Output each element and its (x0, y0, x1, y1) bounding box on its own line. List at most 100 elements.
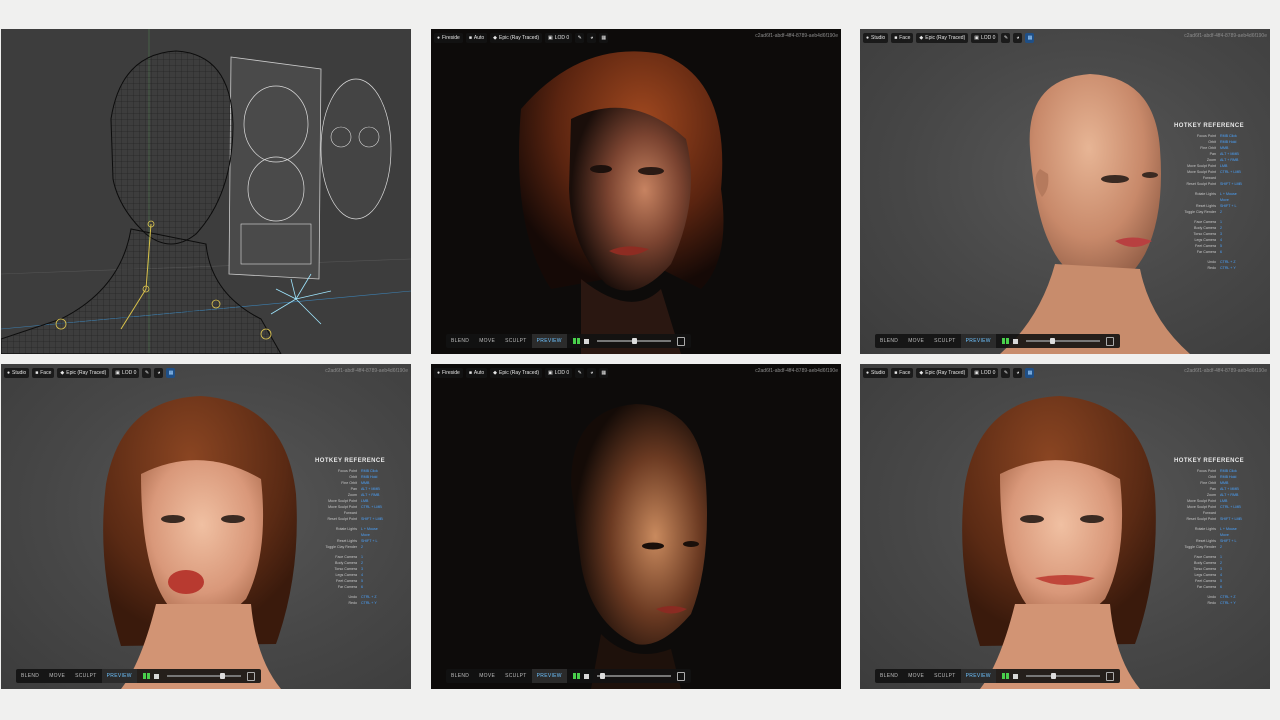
brush-tool-button[interactable]: ✎ (575, 368, 585, 378)
settings-icon[interactable] (247, 671, 255, 681)
stop-icon[interactable] (583, 673, 589, 679)
view-toggle-button[interactable]: ▦ (166, 368, 176, 378)
timeline-knob[interactable] (1049, 338, 1055, 344)
pause-icon[interactable] (1001, 673, 1005, 679)
hotkey-action: Reset Sculpt Point (1186, 182, 1217, 186)
preview-mode-button[interactable]: PREVIEW (960, 334, 996, 348)
blend-mode-button[interactable]: BLEND (446, 334, 474, 348)
paint-tool-button[interactable]: ◕ (154, 368, 164, 378)
brush-tool-button[interactable]: ✎ (142, 368, 152, 378)
timeline-slider[interactable] (166, 673, 241, 679)
preview-mode-button[interactable]: PREVIEW (531, 669, 567, 683)
paint-tool-button[interactable]: ◕ (1013, 33, 1023, 43)
view-toggle-button[interactable]: ▦ (1025, 368, 1035, 378)
hotkey-action: Far Camera (337, 585, 358, 589)
settings-icon[interactable] (677, 336, 685, 346)
lod-button[interactable]: ▣ LOD 0 (545, 33, 573, 43)
quality-button[interactable]: ◆ Epic (Ray Traced) (57, 368, 110, 378)
blend-mode-button[interactable]: BLEND (16, 669, 44, 683)
paint-tool-button[interactable]: ◕ (587, 33, 597, 43)
move-mode-button[interactable]: MOVE (903, 669, 929, 683)
timeline-knob[interactable] (632, 338, 638, 344)
quality-button[interactable]: ◆ Epic (Ray Traced) (916, 33, 969, 43)
camera-mode-button[interactable]: ■ Face (891, 368, 914, 378)
sculpt-mode-button[interactable]: SCULPT (500, 669, 532, 683)
stop-icon[interactable] (153, 673, 159, 679)
hotkey-title: HOTKEY REFERENCE (1174, 123, 1244, 129)
light-preset-label: Fireside (442, 370, 460, 376)
grid-icon: ▦ (601, 35, 607, 41)
timeline-slider[interactable] (596, 338, 671, 344)
view-toggle-button[interactable]: ▦ (599, 368, 609, 378)
brush-tool-button[interactable]: ✎ (1001, 33, 1011, 43)
pause-icon[interactable] (142, 673, 146, 679)
light-preset-button[interactable]: ● Studio (4, 368, 30, 378)
timeline-slider[interactable] (1025, 338, 1100, 344)
session-id-text: c2ad6f1-abdf-4ff4-8789-aeb4d6f190e (755, 368, 838, 374)
move-mode-button[interactable]: MOVE (903, 334, 929, 348)
lod-button[interactable]: ▣ LOD 0 (971, 368, 999, 378)
pout-expression-view: HOTKEY REFERENCE Focus Point RMB Click Orb… (1, 364, 411, 689)
camera-mode-button[interactable]: ■ Face (32, 368, 55, 378)
blend-mode-button[interactable]: BLEND (875, 334, 903, 348)
timeline-knob[interactable] (220, 673, 226, 679)
sculpt-mode-button[interactable]: SCULPT (929, 669, 961, 683)
blend-mode-button[interactable]: BLEND (446, 669, 474, 683)
brush-icon: ✎ (1003, 35, 1009, 41)
pause-icon[interactable] (572, 338, 576, 344)
quality-button[interactable]: ◆ Epic (Ray Traced) (916, 368, 969, 378)
timeline-knob[interactable] (599, 673, 605, 679)
mode-bar: BLEND MOVE SCULPT PREVIEW (446, 334, 691, 348)
brush-tool-button[interactable]: ✎ (575, 33, 585, 43)
view-toggle-button[interactable]: ▦ (1025, 33, 1035, 43)
timeline-slider[interactable] (1025, 673, 1100, 679)
hotkey-row: Move Sculpt Point Forward CTRL + LMB (315, 504, 385, 516)
camera-mode-button[interactable]: ■ Face (891, 33, 914, 43)
lod-button[interactable]: ▣ LOD 0 (971, 33, 999, 43)
palette-icon: ◕ (1016, 35, 1020, 41)
sculpt-mode-button[interactable]: SCULPT (500, 334, 532, 348)
light-preset-button[interactable]: ● Studio (863, 368, 889, 378)
sculpt-mode-button[interactable]: SCULPT (70, 669, 102, 683)
hotkey-row: Reset Sculpt Point SHIFT + LMB (1174, 516, 1244, 522)
camera-mode-label: Face (899, 370, 911, 376)
view-toggle-button[interactable]: ▦ (599, 33, 609, 43)
lod-button[interactable]: ▣ LOD 0 (112, 368, 140, 378)
light-preset-button[interactable]: ● Studio (863, 33, 889, 43)
quality-button[interactable]: ◆ Epic (Ray Traced) (490, 368, 543, 378)
grid-icon: ▦ (601, 370, 607, 376)
timeline-knob[interactable] (1051, 673, 1057, 679)
light-preset-button[interactable]: ● Fireside (434, 33, 463, 43)
stop-icon[interactable] (583, 338, 589, 344)
hotkey-reference-panel: HOTKEY REFERENCE Focus Point RMB Click Orb… (1174, 458, 1244, 606)
hotkey-row: Redo CTRL + Y (1174, 265, 1244, 271)
settings-icon[interactable] (1106, 671, 1114, 681)
move-mode-button[interactable]: MOVE (44, 669, 70, 683)
light-preset-button[interactable]: ● Fireside (434, 368, 463, 378)
paint-tool-button[interactable]: ◕ (587, 368, 597, 378)
hotkey-row: Toggle Clay Render 2 (1174, 209, 1244, 215)
preview-mode-button[interactable]: PREVIEW (531, 334, 567, 348)
timeline-slider[interactable] (596, 673, 671, 679)
sculpt-mode-button[interactable]: SCULPT (929, 334, 961, 348)
camera-mode-button[interactable]: ■ Auto (465, 33, 488, 43)
brush-tool-button[interactable]: ✎ (1001, 368, 1011, 378)
move-mode-button[interactable]: MOVE (474, 334, 500, 348)
hotkey-key: 2 (361, 545, 364, 549)
settings-icon[interactable] (677, 671, 685, 681)
quality-button[interactable]: ◆ Epic (Ray Traced) (490, 33, 543, 43)
preview-mode-button[interactable]: PREVIEW (101, 669, 137, 683)
lod-button[interactable]: ▣ LOD 0 (545, 368, 573, 378)
pause-icon[interactable] (572, 673, 576, 679)
hotkey-key: 2 (1220, 545, 1223, 549)
move-mode-button[interactable]: MOVE (474, 669, 500, 683)
camera-mode-button[interactable]: ■ Auto (465, 368, 488, 378)
stop-icon[interactable] (1012, 673, 1018, 679)
paint-tool-button[interactable]: ◕ (1013, 368, 1023, 378)
pause-icon[interactable] (1001, 338, 1005, 344)
hotkey-row: Redo CTRL + Y (315, 600, 385, 606)
preview-mode-button[interactable]: PREVIEW (960, 669, 996, 683)
stop-icon[interactable] (1012, 338, 1018, 344)
settings-icon[interactable] (1106, 336, 1114, 346)
blend-mode-button[interactable]: BLEND (875, 669, 903, 683)
